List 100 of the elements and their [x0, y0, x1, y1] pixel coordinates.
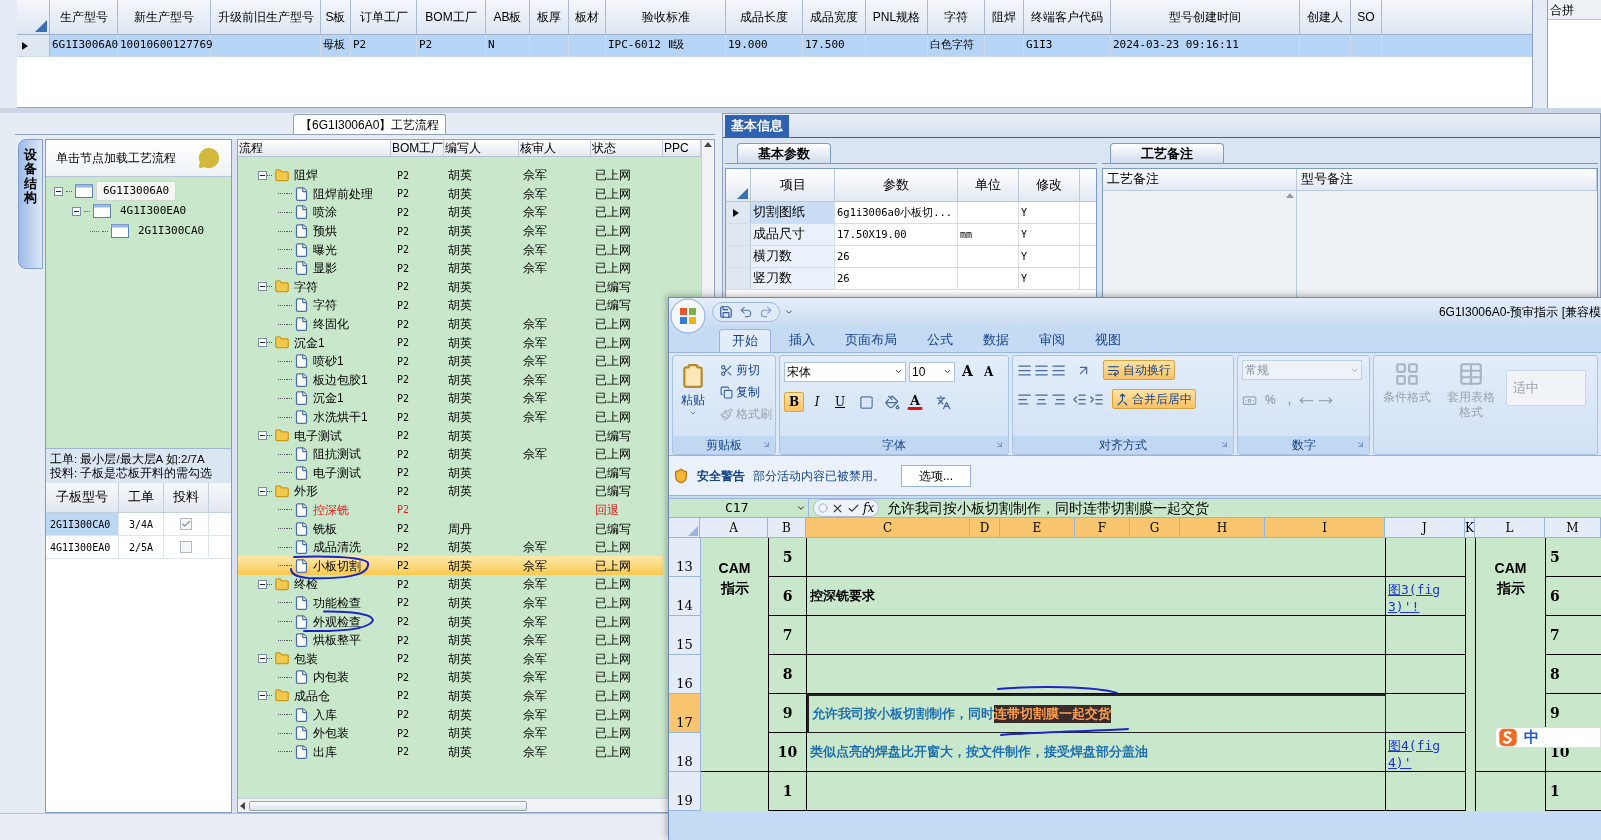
- column-header[interactable]: 板材: [569, 0, 606, 34]
- sheet-cell[interactable]: 7: [769, 616, 807, 655]
- column-header[interactable]: 阻焊: [985, 0, 1024, 34]
- column-header[interactable]: 单位: [958, 169, 1019, 201]
- column-header[interactable]: 验收标准: [606, 0, 726, 34]
- process-row[interactable]: 小板切割 P2 胡英 佘军 已上网: [238, 556, 663, 576]
- scroll-left-icon[interactable]: [240, 801, 245, 810]
- sheet-cell[interactable]: 5: [769, 538, 807, 577]
- column-header[interactable]: 流程: [238, 140, 391, 156]
- align-top-icon[interactable]: [1017, 362, 1032, 378]
- collapse-icon[interactable]: [258, 338, 267, 348]
- decrease-indent-icon[interactable]: [1072, 391, 1087, 407]
- border-icon[interactable]: [859, 394, 874, 410]
- column-header[interactable]: E: [1000, 518, 1075, 537]
- tree-node[interactable]: 2G1I300CA0: [132, 221, 211, 241]
- sheet-cell[interactable]: 1: [769, 772, 807, 811]
- align-middle-icon[interactable]: [1034, 362, 1049, 378]
- sheet-cell[interactable]: [807, 655, 1386, 694]
- collapse-icon[interactable]: [258, 486, 267, 496]
- process-row[interactable]: 预烘 P2 胡英 佘军 已上网: [238, 221, 663, 241]
- panel-tab[interactable]: 工艺备注: [1110, 143, 1224, 163]
- tree-node[interactable]: 4G1I300EA0: [114, 201, 193, 221]
- process-row[interactable]: 阻焊 P2 胡英 佘军 已上网: [238, 166, 663, 185]
- row-header[interactable]: 16: [669, 655, 701, 694]
- process-row[interactable]: 喷砂1 P2 胡英 佘军 已上网: [238, 351, 663, 371]
- process-row[interactable]: 成品仓 P2 胡英 佘军 已上网: [238, 686, 663, 706]
- clipboard-button[interactable]: 剪切: [719, 360, 773, 380]
- collapse-icon[interactable]: [258, 170, 267, 180]
- ribbon-tab[interactable]: 公式: [915, 329, 965, 352]
- sheet-cell[interactable]: 7: [1550, 627, 1560, 643]
- process-row[interactable]: 阻抗测试 P2 胡英 佘军 已上网: [238, 444, 663, 464]
- column-header[interactable]: 板厚: [530, 0, 569, 34]
- undo-icon[interactable]: [739, 305, 753, 319]
- column-header[interactable]: I: [1265, 518, 1385, 537]
- collapse-icon[interactable]: [54, 186, 63, 196]
- collapse-icon[interactable]: [258, 431, 267, 441]
- wrap-text-button[interactable]: 自动换行: [1103, 360, 1175, 380]
- process-row[interactable]: 内包装 P2 胡英 佘军 已上网: [238, 668, 663, 687]
- save-icon[interactable]: [719, 305, 733, 319]
- process-row[interactable]: 终固化 P2 胡英 佘军 已上网: [238, 314, 663, 334]
- process-row[interactable]: 成品清洗 P2 胡英 佘军 已上网: [238, 537, 663, 557]
- column-header[interactable]: 成品长度: [726, 0, 803, 34]
- shrink-font-button[interactable]: A: [979, 361, 998, 382]
- process-row[interactable]: 水洗烘干1 P2 胡英 佘军 已上网: [238, 407, 663, 427]
- font-size-field[interactable]: 10: [909, 361, 955, 382]
- process-row[interactable]: 包装 P2 胡英 佘军 已上网: [238, 649, 663, 669]
- row-header[interactable]: 13: [669, 538, 701, 577]
- process-row[interactable]: 烘板整平 P2 胡英 佘军 已上网: [238, 630, 663, 650]
- process-row[interactable]: 控深铣 P2 回退: [238, 500, 663, 520]
- process-row[interactable]: 电子测试 P2 胡英 已编写: [238, 463, 663, 483]
- column-header[interactable]: C: [806, 518, 970, 537]
- column-header[interactable]: 编写人: [444, 140, 519, 156]
- sheet-cell[interactable]: 6: [769, 577, 807, 616]
- column-header[interactable]: 核审人: [519, 140, 591, 156]
- process-row[interactable]: 入库 P2 胡英 佘军 已上网: [238, 705, 663, 724]
- customize-toolbar-icon[interactable]: [784, 307, 794, 317]
- office-logo-icon[interactable]: [670, 298, 706, 334]
- ribbon-tab[interactable]: 页面布局: [833, 329, 909, 352]
- sheet-cell[interactable]: 9: [769, 694, 807, 733]
- select-all-icon[interactable]: [737, 188, 748, 199]
- collapse-icon[interactable]: [72, 206, 81, 216]
- column-header[interactable]: 新生产型号: [118, 0, 211, 34]
- sheet-cell[interactable]: [1386, 538, 1466, 577]
- font-style-button[interactable]: U: [830, 392, 850, 412]
- process-row[interactable]: 字符 P2 胡英 已编写: [238, 277, 663, 297]
- ribbon-tab[interactable]: 视图: [1083, 329, 1133, 352]
- process-row[interactable]: 外形 P2 胡英 已编写: [238, 482, 663, 501]
- column-header[interactable]: 终端客户代码: [1024, 0, 1111, 34]
- column-header[interactable]: 生产型号: [50, 0, 118, 34]
- fill-color-icon[interactable]: [885, 394, 900, 410]
- paste-button[interactable]: 粘贴: [677, 360, 709, 424]
- column-header[interactable]: 订单工厂: [351, 0, 417, 34]
- process-row[interactable]: 外观检查 P2 胡英 佘军 已上网: [238, 612, 663, 631]
- panel-tab[interactable]: 基本信息: [725, 115, 789, 137]
- table-row[interactable]: 6G1I3006A0 10010600127769 母板 P2 P2 N IPC-6012 Ⅱ级 19.000 17.500 白色字符 G1I3 2024-03-23 09:16:11: [17, 35, 1532, 57]
- sheet-cell[interactable]: 10: [769, 733, 807, 772]
- sheet-cell[interactable]: [1386, 655, 1466, 694]
- sheet-cell[interactable]: 6: [1550, 588, 1560, 604]
- ribbon-tab[interactable]: 数据: [971, 329, 1021, 352]
- process-row[interactable]: 曝光 P2 胡英 佘军 已上网: [238, 240, 663, 259]
- sheet-cell[interactable]: 9: [1550, 705, 1560, 721]
- column-header[interactable]: L: [1475, 518, 1545, 537]
- collapse-icon[interactable]: [258, 579, 267, 589]
- sheet-cell[interactable]: 允许我司按小板切割制作，同时连带切割膜一起交货: [807, 694, 1386, 733]
- align-bottom-icon[interactable]: [1051, 362, 1066, 378]
- merge-center-button[interactable]: 合并后居中: [1112, 389, 1196, 409]
- process-row[interactable]: 电子测试 P2 胡英 已编写: [238, 426, 663, 445]
- column-header[interactable]: A: [700, 518, 768, 537]
- column-header[interactable]: 创建人: [1300, 0, 1351, 34]
- column-header[interactable]: BOM工厂: [417, 0, 486, 34]
- align-center-icon[interactable]: [1034, 391, 1049, 407]
- sheet-cell[interactable]: CAM 指示: [701, 538, 769, 772]
- column-header[interactable]: 投料: [164, 483, 209, 512]
- process-row[interactable]: 喷涂 P2 胡英 佘军 已上网: [238, 203, 663, 222]
- row-header[interactable]: 15: [669, 616, 701, 655]
- column-header[interactable]: 子板型号: [46, 483, 119, 512]
- column-header[interactable]: BOM工厂: [391, 140, 444, 156]
- column-header[interactable]: 修改: [1019, 169, 1080, 201]
- scrollbar-thumb[interactable]: [249, 800, 527, 811]
- sheet-cell[interactable]: 8: [1550, 666, 1560, 682]
